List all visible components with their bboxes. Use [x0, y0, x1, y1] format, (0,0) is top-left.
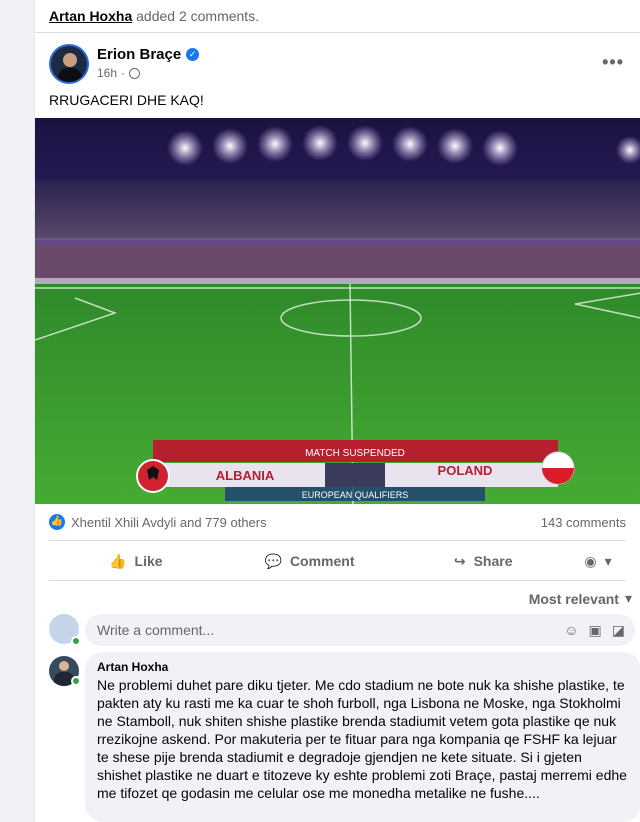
avatar-head: [59, 661, 69, 671]
stadium-scene: MATCH SUSPENDED ALBANIA POLAND EUROPEAN …: [35, 118, 640, 504]
comment-sort-dropdown[interactable]: Most relevant ▾: [529, 590, 632, 607]
like-button[interactable]: 👍 Like: [49, 553, 223, 570]
reaction-summary[interactable]: 👍 Xhentil Xhili Avdyli and 779 others: [49, 514, 267, 530]
comment-text: Ne problemi duhet pare diku tjeter. Me c…: [97, 677, 627, 801]
post-image[interactable]: MATCH SUSPENDED ALBANIA POLAND EUROPEAN …: [35, 118, 640, 504]
post-author: Erion Braçe ✓: [97, 46, 200, 63]
speech-bubble-icon: 💬: [264, 552, 282, 569]
online-status-icon: [71, 676, 81, 686]
team-home: ALBANIA: [216, 468, 275, 483]
chevron-down-icon: ▾: [604, 552, 612, 569]
divider: [49, 540, 626, 541]
comment-author-link[interactable]: Artan Hoxha: [97, 660, 629, 674]
react-as-selector[interactable]: ◉ ▾: [570, 553, 626, 570]
comment-bubble: Artan Hoxha Ne problemi duhet pare diku …: [85, 652, 640, 822]
online-status-icon: [71, 636, 81, 646]
share-button[interactable]: ↪ Share: [396, 553, 570, 570]
share-label: Share: [473, 553, 513, 569]
post-text: RRUGACERI DHE KAQ!: [49, 92, 204, 108]
avatar-body: [58, 68, 82, 82]
author-avatar[interactable]: [49, 44, 89, 84]
sort-label: Most relevant: [528, 590, 619, 607]
post-card: Artan Hoxha added 2 comments. Erion Braç…: [34, 0, 640, 822]
post-time-link[interactable]: 16h: [97, 66, 117, 80]
comment-composer[interactable]: Write a comment... ☺ ▣ ◪: [85, 614, 635, 646]
comments-count-link[interactable]: 143 comments: [541, 515, 626, 530]
profile-selector-icon: ◉: [584, 552, 597, 569]
chevron-down-icon: ▾: [624, 590, 632, 606]
banner-title: MATCH SUSPENDED: [305, 448, 405, 459]
verified-badge-icon: ✓: [186, 48, 200, 61]
thumbs-up-icon: 👍: [109, 552, 127, 569]
sticker-icon[interactable]: ◪: [612, 622, 625, 639]
more-options-button[interactable]: •••: [602, 52, 624, 73]
gif-icon[interactable]: ▣: [589, 622, 602, 639]
comment-button[interactable]: 💬 Comment: [223, 553, 397, 570]
comment-input[interactable]: Write a comment...: [97, 622, 554, 638]
meta-dot: ·: [121, 66, 126, 80]
banner-subtitle: EUROPEAN QUALIFIERS: [302, 490, 409, 500]
public-globe-icon: [129, 67, 141, 79]
like-label: Like: [134, 553, 163, 569]
author-name-link[interactable]: Erion Braçe: [97, 46, 181, 63]
reactions-bar: 👍 Xhentil Xhili Avdyli and 779 others 14…: [49, 514, 626, 530]
divider: [35, 32, 640, 33]
post-meta: 16h ·: [97, 66, 141, 80]
page: Artan Hoxha added 2 comments. Erion Braç…: [0, 0, 640, 822]
team-away: POLAND: [438, 463, 493, 478]
comment-label: Comment: [289, 553, 355, 569]
divider: [49, 580, 626, 581]
activity-line: Artan Hoxha added 2 comments.: [49, 8, 259, 24]
emoji-icon[interactable]: ☺: [564, 622, 578, 638]
like-reaction-icon: 👍: [49, 514, 65, 530]
feed-gutter: [0, 0, 34, 822]
avatar-head: [63, 53, 77, 67]
reaction-summary-text[interactable]: Xhentil Xhili Avdyli and 779 others: [71, 515, 267, 530]
upper-stand: [35, 180, 640, 240]
action-bar: 👍 Like 💬 Comment ↪ Share ◉ ▾: [49, 542, 626, 580]
activity-action-text: added 2 comments.: [136, 8, 260, 24]
activity-actor-link[interactable]: Artan Hoxha: [49, 8, 132, 24]
share-arrow-icon: ↪: [453, 552, 466, 569]
